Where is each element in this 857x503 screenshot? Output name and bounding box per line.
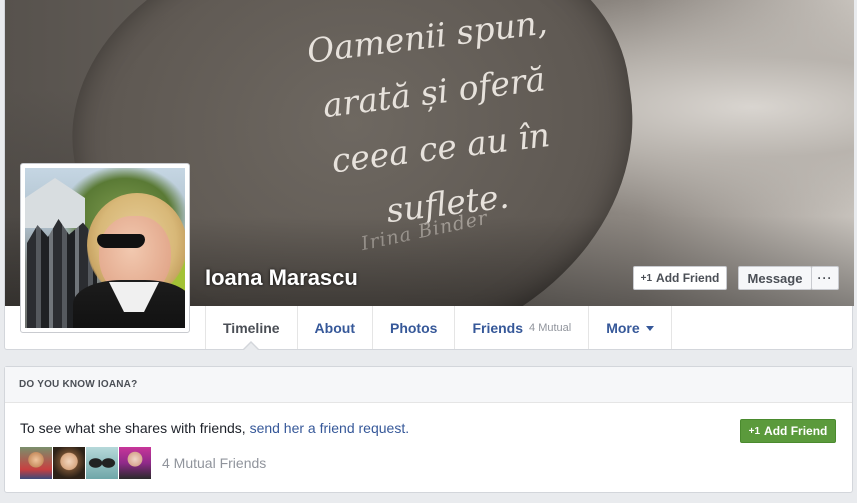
tab-friends[interactable]: Friends 4 Mutual <box>454 306 588 349</box>
tab-more-label: More <box>606 319 640 336</box>
do-you-know-card: DO YOU KNOW IOANA? To see what she share… <box>4 366 853 493</box>
tab-timeline[interactable]: Timeline <box>205 306 297 350</box>
profile-nav: Timeline About Photos Friends 4 Mutual M… <box>205 306 672 350</box>
profile-picture[interactable] <box>20 163 190 333</box>
cover-quote: Oamenii spun, arată și oferă ceea ce au … <box>255 0 620 252</box>
tab-photos[interactable]: Photos <box>371 306 454 349</box>
add-friend-icon: +1 <box>748 425 761 437</box>
mutual-friends-count[interactable]: 4 Mutual Friends <box>162 455 266 471</box>
add-friend-label: Add Friend <box>764 424 828 438</box>
mutual-friend-avatar[interactable] <box>20 447 52 479</box>
tab-about-label: About <box>314 319 355 336</box>
do-you-know-prompt: To see what she shares with friends, <box>20 420 246 436</box>
more-options-button[interactable]: ··· <box>811 266 839 290</box>
tab-more[interactable]: More <box>588 306 672 349</box>
profile-name[interactable]: Ioana Marascu <box>205 265 358 291</box>
mutual-friend-avatar[interactable] <box>53 447 85 479</box>
mutual-friend-avatar[interactable] <box>119 447 151 479</box>
tab-timeline-label: Timeline <box>223 319 280 336</box>
tab-about[interactable]: About <box>296 306 372 349</box>
add-friend-button-green[interactable]: +1 Add Friend <box>740 419 836 443</box>
do-you-know-text: To see what she shares with friends, sen… <box>20 420 409 436</box>
profile-picture-image <box>25 168 185 328</box>
mutual-friend-avatar[interactable] <box>86 447 118 479</box>
mutual-friends-row: 4 Mutual Friends <box>20 447 266 479</box>
add-friend-label: Add Friend <box>656 271 720 285</box>
add-friend-button[interactable]: +1 Add Friend <box>633 266 727 290</box>
profile-header-card: Oamenii spun, arată și oferă ceea ce au … <box>4 0 854 350</box>
add-friend-icon: +1 <box>640 272 653 284</box>
chevron-down-icon <box>645 326 654 331</box>
tab-friends-label: Friends <box>472 319 524 336</box>
do-you-know-header: DO YOU KNOW IOANA? <box>5 367 852 403</box>
message-button[interactable]: Message <box>738 266 812 290</box>
send-friend-request-link[interactable]: send her a friend request. <box>250 420 410 436</box>
profile-picture-sunglasses <box>97 234 145 248</box>
tab-friends-count: 4 Mutual <box>529 321 572 334</box>
tab-photos-label: Photos <box>389 319 438 336</box>
